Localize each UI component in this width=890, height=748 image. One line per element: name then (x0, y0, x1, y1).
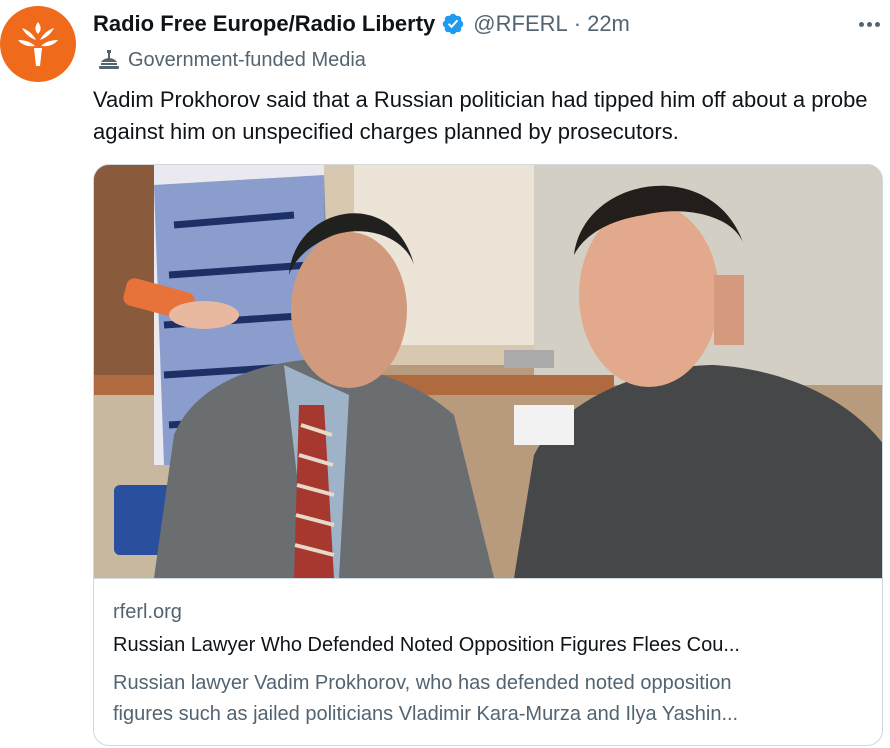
handle[interactable]: @RFERL (473, 11, 567, 37)
avatar[interactable] (0, 6, 76, 82)
card-domain[interactable]: rferl.org (113, 601, 182, 624)
more-dot (875, 21, 880, 27)
tweet[interactable]: Radio Free Europe/Radio Liberty @RFERL ·… (0, 0, 890, 748)
affiliation-label[interactable]: Government-funded Media (98, 46, 366, 74)
link-card[interactable]: rferl.org Russian Lawyer Who Defended No… (93, 164, 883, 746)
card-description-line: figures such as jailed politicians Vladi… (113, 703, 739, 725)
card-title[interactable]: Russian Lawyer Who Defended Noted Opposi… (113, 634, 873, 657)
more-dot (859, 21, 864, 27)
news-photo (94, 165, 882, 578)
card-description-line: Russian lawyer Vadim Prokhorov, who has … (113, 672, 732, 694)
card-image[interactable] (94, 165, 882, 578)
more-options-button[interactable] (859, 9, 880, 39)
separator-dot: · (573, 11, 582, 36)
tweet-header: Radio Free Europe/Radio Liberty @RFERL ·… (93, 9, 890, 39)
affiliation-label-text: Government-funded Media (128, 48, 366, 71)
timestamp[interactable]: 22m (587, 11, 630, 37)
display-name[interactable]: Radio Free Europe/Radio Liberty (93, 11, 435, 37)
rferl-torch-logo-icon (18, 22, 58, 66)
verified-badge-icon[interactable] (441, 12, 465, 36)
card-description: Russian lawyer Vadim Prokhorov, who has … (113, 668, 873, 730)
tweet-text: Vadim Prokhorov said that a Russian poli… (93, 87, 868, 144)
card-divider (94, 578, 882, 579)
government-building-icon (99, 50, 119, 69)
more-dot (867, 21, 872, 27)
